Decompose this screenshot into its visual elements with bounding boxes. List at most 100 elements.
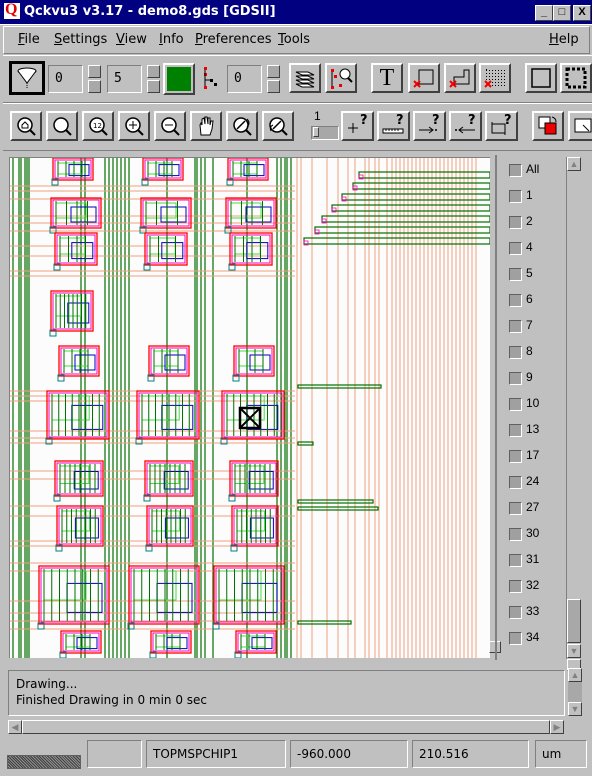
scroll-right-arrow[interactable]: ▶ [550, 720, 564, 734]
fill-color-button[interactable] [163, 63, 195, 95]
query-box-button[interactable]: ? [485, 111, 518, 141]
level-max-down[interactable] [147, 80, 160, 93]
horizontal-scrollbar[interactable]: ◀ ▶ [8, 720, 564, 734]
units-field: um [535, 740, 587, 768]
zoom-next-button[interactable] [262, 111, 294, 141]
layer-checkbox[interactable] [509, 424, 522, 437]
menu-info[interactable]: Info [159, 32, 184, 47]
layer-label: 27 [526, 500, 540, 514]
layer-checkbox[interactable] [509, 372, 522, 385]
path-measure-button[interactable] [444, 63, 476, 93]
zoom-window-icon [53, 117, 72, 136]
box-measure-button[interactable] [408, 63, 440, 93]
app-icon[interactable]: Q [4, 1, 20, 19]
color-swap-button[interactable] [532, 111, 564, 141]
scroll-thumb[interactable] [567, 599, 581, 643]
menu-help-rest: elp [558, 32, 579, 47]
level-slider-handle[interactable] [313, 127, 319, 137]
zoom-fit-button[interactable]: 12 [82, 111, 114, 141]
level-max-up[interactable] [147, 65, 160, 78]
filter-button[interactable] [9, 61, 45, 95]
zoom-window-button[interactable] [46, 111, 78, 141]
maximize-button[interactable]: □ [553, 5, 571, 21]
layer-checkbox[interactable] [509, 346, 522, 359]
menu-preferences[interactable]: Preferences [195, 32, 271, 47]
level-slider[interactable] [311, 126, 339, 140]
layer-scrollbar[interactable]: ▲ ▼ [566, 157, 581, 659]
zoom-out-icon [161, 117, 180, 136]
bus-rail [297, 441, 314, 446]
grid-measure-button[interactable] [479, 63, 511, 93]
pan-hand-button[interactable] [190, 111, 222, 141]
zoom-fit-icon: 12 [89, 117, 108, 136]
query-right-arrow-button[interactable]: ? [413, 111, 446, 141]
zoom-home-button[interactable] [10, 111, 42, 141]
text-tool-button[interactable]: T [371, 63, 403, 93]
scroll-left-arrow[interactable]: ◀ [8, 720, 22, 734]
level-min-up[interactable] [88, 65, 101, 78]
dashed-box-button[interactable] [560, 63, 592, 93]
level-max-field[interactable]: 5 [107, 65, 142, 93]
level-min-field[interactable]: 0 [48, 65, 83, 93]
cell-implant [138, 392, 198, 438]
hierarchy-depth-up[interactable] [267, 65, 280, 78]
menu-tools-rest: ools [283, 32, 311, 47]
layout-canvas[interactable] [9, 157, 490, 658]
message-scrollbar[interactable]: ▲ ▼ [568, 668, 582, 716]
message-scroll-up[interactable]: ▲ [568, 668, 582, 682]
layer-checkbox[interactable] [509, 580, 522, 593]
level-min-down[interactable] [88, 80, 101, 93]
scroll-up-arrow[interactable]: ▲ [567, 157, 581, 171]
menu-help[interactable]: Help [549, 32, 579, 47]
layer-checkbox[interactable] [509, 190, 522, 203]
hierarchy-search-button[interactable] [325, 63, 357, 93]
layer-checkbox[interactable] [509, 502, 522, 515]
layer-checkbox[interactable] [509, 398, 522, 411]
layer-checkbox[interactable] [509, 632, 522, 645]
close-button[interactable]: X [573, 5, 591, 21]
zoom-in-button[interactable] [118, 111, 150, 141]
layer-checkbox[interactable] [509, 294, 522, 307]
layer-label: 30 [526, 526, 540, 540]
edit-pencil-button[interactable] [568, 111, 592, 141]
message-scroll-down[interactable]: ▼ [568, 702, 582, 716]
svg-text:?: ? [396, 114, 404, 128]
layer-checkbox[interactable] [509, 242, 522, 255]
layer-label: 9 [526, 370, 533, 384]
menu-view[interactable]: View [116, 32, 147, 47]
layer-checkbox[interactable] [509, 320, 522, 333]
horizontal-scroll-thumb[interactable] [22, 720, 550, 734]
zoom-previous-button[interactable] [226, 111, 258, 141]
menu-bar: File Settings View Info Preferences Tool… [3, 26, 590, 54]
menu-file[interactable]: File [18, 32, 40, 47]
layer-checkbox[interactable] [509, 216, 522, 229]
menu-settings[interactable]: Settings [54, 32, 107, 47]
layer-label: 7 [526, 318, 533, 332]
layer-checkbox[interactable] [509, 164, 522, 177]
cell-metal [249, 354, 271, 371]
cell-boundary [56, 505, 104, 547]
menu-settings-rest: ettings [62, 32, 108, 47]
layers-stack-icon [295, 71, 315, 88]
layer-checkbox[interactable] [509, 606, 522, 619]
menu-tools[interactable]: Tools [278, 32, 310, 47]
zoom-out-button[interactable] [154, 111, 186, 141]
outline-box-button[interactable] [525, 63, 557, 93]
query-ruler-button[interactable]: ? [377, 111, 410, 141]
hierarchy-depth-down[interactable] [267, 80, 280, 93]
minimize-button[interactable]: _ [535, 5, 553, 21]
layer-checkbox[interactable] [509, 554, 522, 567]
zoom-previous-icon [233, 117, 252, 136]
layer-checkbox[interactable] [509, 450, 522, 463]
cell-boundary [142, 158, 184, 181]
layer-checkbox[interactable] [509, 528, 522, 541]
layer-checkbox[interactable] [509, 476, 522, 489]
layer-checkbox[interactable] [509, 268, 522, 281]
hierarchy-depth-field[interactable]: 0 [227, 65, 262, 93]
query-left-arrow-button[interactable]: ? [449, 111, 482, 141]
zoom-home-icon [17, 117, 36, 136]
scroll-down-arrow[interactable]: ▼ [567, 644, 581, 658]
query-point-button[interactable]: ? [341, 111, 374, 141]
layers-button[interactable] [289, 63, 321, 93]
pan-hand-icon [199, 116, 214, 136]
